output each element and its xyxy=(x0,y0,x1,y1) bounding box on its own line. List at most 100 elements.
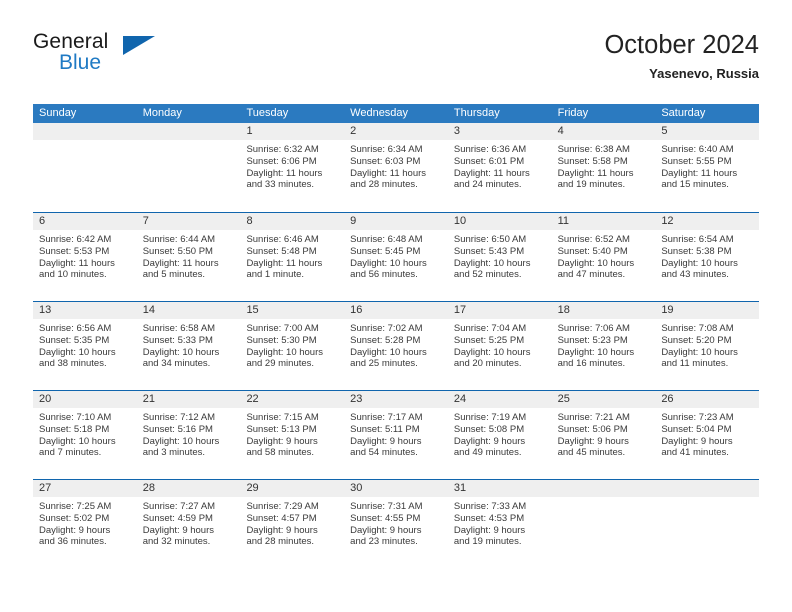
sunrise-time: Sunrise: 6:50 AM xyxy=(453,234,527,245)
sunset-time: Sunset: 5:38 PM xyxy=(661,245,732,257)
day-sun-info: Sunrise: 6:46 AM Sunset: 5:48 PM Daylight:… xyxy=(240,230,344,281)
general-blue-logo[interactable]: General Blue xyxy=(33,30,163,82)
day-sun-info: Sunrise: 7:25 AM Sunset: 5:02 PM Daylight:… xyxy=(33,497,137,548)
calendar-day-cell[interactable]: 4 Sunrise: 6:38 AM Sunset: 5:58 PM Daylight… xyxy=(551,123,656,212)
calendar-day-cell[interactable]: 19 Sunrise: 7:08 AM Sunset: 5:20 PM Dayligh… xyxy=(655,302,760,390)
day-number: 22 xyxy=(246,393,259,405)
calendar-day-cell[interactable]: 18 Sunrise: 7:06 AM Sunset: 5:23 PM Dayligh… xyxy=(551,302,656,390)
calendar-day-cell[interactable]: 31 Sunrise: 7:33 AM Sunset: 4:53 PM Dayligh… xyxy=(447,480,552,568)
calendar-day-cell[interactable]: 20 Sunrise: 7:10 AM Sunset: 5:18 PM Dayligh… xyxy=(33,391,137,479)
day-sun-info xyxy=(552,497,656,501)
calendar-day-cell[interactable]: 28 Sunrise: 7:27 AM Sunset: 4:59 PM Dayligh… xyxy=(136,480,241,568)
daylight-duration-line1: Daylight: 10 hours xyxy=(350,257,427,269)
calendar-day-cell[interactable]: 2 Sunrise: 6:34 AM Sunset: 6:03 PM Daylight… xyxy=(344,123,448,212)
calendar-day-cell[interactable]: 26 Sunrise: 7:23 AM Sunset: 5:04 PM Dayligh… xyxy=(655,391,760,479)
calendar-week-row: 1 Sunrise: 6:32 AM Sunset: 6:06 PM Daylight… xyxy=(33,123,760,212)
day-number: 29 xyxy=(246,482,259,494)
daylight-duration-line1: Daylight: 9 hours xyxy=(661,435,733,447)
daylight-duration-line2: and 36 minutes. xyxy=(39,536,107,548)
calendar-day-cell[interactable]: 15 Sunrise: 7:00 AM Sunset: 5:30 PM Dayligh… xyxy=(240,302,345,390)
calendar-day-cell[interactable]: 27 Sunrise: 7:25 AM Sunset: 5:02 PM Dayligh… xyxy=(33,480,137,568)
day-sun-info: Sunrise: 7:15 AM Sunset: 5:13 PM Daylight:… xyxy=(240,408,344,459)
calendar-day-cell[interactable]: 3 Sunrise: 6:36 AM Sunset: 6:01 PM Daylight… xyxy=(447,123,552,212)
calendar-day-cell[interactable]: 25 Sunrise: 7:21 AM Sunset: 5:06 PM Dayligh… xyxy=(551,391,656,479)
day-sun-info: Sunrise: 7:33 AM Sunset: 4:53 PM Daylight:… xyxy=(448,497,552,548)
calendar-day-cell[interactable]: 24 Sunrise: 7:19 AM Sunset: 5:08 PM Dayligh… xyxy=(447,391,552,479)
sunset-time: Sunset: 5:33 PM xyxy=(142,334,213,346)
calendar-day-cell[interactable]: 10 Sunrise: 6:50 AM Sunset: 5:43 PM Dayligh… xyxy=(447,213,552,301)
day-number-band: 30 xyxy=(344,480,448,497)
day-sun-info: Sunrise: 6:32 AM Sunset: 6:06 PM Daylight:… xyxy=(240,140,344,191)
daylight-duration-line1: Daylight: 11 hours xyxy=(453,167,530,179)
sunset-time: Sunset: 5:06 PM xyxy=(557,423,628,435)
daylight-duration-line2: and 45 minutes. xyxy=(557,447,626,459)
title-block: October 2024 Yasenevo, Russia xyxy=(604,30,759,83)
calendar-day-cell-empty xyxy=(551,480,656,568)
day-number: 8 xyxy=(246,215,253,227)
day-number-band: 3 xyxy=(447,123,552,140)
day-sun-info: Sunrise: 6:54 AM Sunset: 5:38 PM Daylight:… xyxy=(655,230,759,281)
sunset-time: Sunset: 5:58 PM xyxy=(557,155,628,167)
calendar-page: General Blue October 2024 Yasenevo, Russ… xyxy=(0,0,792,612)
calendar-day-cell[interactable]: 11 Sunrise: 6:52 AM Sunset: 5:40 PM Dayligh… xyxy=(551,213,656,301)
sunrise-time: Sunrise: 6:54 AM xyxy=(661,234,734,245)
daylight-duration-line1: Daylight: 9 hours xyxy=(557,435,629,447)
sunset-time: Sunset: 5:35 PM xyxy=(39,334,110,346)
day-number-band: 15 xyxy=(240,302,345,319)
day-sun-info: Sunrise: 7:02 AM Sunset: 5:28 PM Daylight:… xyxy=(344,319,448,370)
sunset-time: Sunset: 5:04 PM xyxy=(661,423,732,435)
page-header: General Blue October 2024 Yasenevo, Russ… xyxy=(33,30,759,92)
day-sun-info: Sunrise: 7:06 AM Sunset: 5:23 PM Daylight:… xyxy=(552,319,656,370)
day-number-band: 6 xyxy=(33,213,137,230)
calendar-grid: Sunday Monday Tuesday Wednesday Thursday Frid… xyxy=(33,104,760,568)
daylight-duration-line1: Daylight: 10 hours xyxy=(142,346,220,358)
calendar-day-cell[interactable]: 8 Sunrise: 6:46 AM Sunset: 5:48 PM Daylight… xyxy=(240,213,345,301)
calendar-day-cell[interactable]: 1 Sunrise: 6:32 AM Sunset: 6:06 PM Daylight… xyxy=(240,123,345,212)
daylight-duration-line1: Daylight: 10 hours xyxy=(557,346,635,358)
sunrise-time: Sunrise: 7:17 AM xyxy=(350,412,423,423)
day-sun-info: Sunrise: 6:36 AM Sunset: 6:01 PM Daylight:… xyxy=(448,140,552,191)
daylight-duration-line2: and 56 minutes. xyxy=(350,269,418,281)
day-number: 16 xyxy=(350,304,363,316)
weekday-header-row: Sunday Monday Tuesday Wednesday Thursday Frid… xyxy=(33,104,759,123)
sunrise-time: Sunrise: 6:52 AM xyxy=(557,234,630,245)
calendar-day-cell[interactable]: 7 Sunrise: 6:44 AM Sunset: 5:50 PM Daylight… xyxy=(136,213,241,301)
day-number-band: 25 xyxy=(551,391,656,408)
day-number: 25 xyxy=(557,393,570,405)
sunrise-time: Sunrise: 6:40 AM xyxy=(661,144,734,155)
weekday-header-saturday: Saturday xyxy=(661,107,706,119)
day-number: 15 xyxy=(246,304,259,316)
weekday-header-friday: Friday xyxy=(557,107,589,119)
day-number: 28 xyxy=(142,482,155,494)
calendar-day-cell[interactable]: 13 Sunrise: 6:56 AM Sunset: 5:35 PM Dayligh… xyxy=(33,302,137,390)
calendar-day-cell[interactable]: 9 Sunrise: 6:48 AM Sunset: 5:45 PM Daylight… xyxy=(344,213,448,301)
calendar-day-cell[interactable]: 30 Sunrise: 7:31 AM Sunset: 4:55 PM Dayligh… xyxy=(344,480,448,568)
calendar-day-cell[interactable]: 29 Sunrise: 7:29 AM Sunset: 4:57 PM Dayligh… xyxy=(240,480,345,568)
sunset-time: Sunset: 6:01 PM xyxy=(453,155,525,167)
daylight-duration-line1: Daylight: 10 hours xyxy=(453,346,531,358)
sunrise-time: Sunrise: 7:06 AM xyxy=(557,323,630,334)
day-number-band: 19 xyxy=(655,302,760,319)
calendar-day-cell[interactable]: 12 Sunrise: 6:54 AM Sunset: 5:38 PM Dayligh… xyxy=(655,213,760,301)
day-sun-info: Sunrise: 6:40 AM Sunset: 5:55 PM Daylight:… xyxy=(655,140,759,191)
sunrise-time: Sunrise: 7:23 AM xyxy=(661,412,734,423)
calendar-day-cell[interactable]: 6 Sunrise: 6:42 AM Sunset: 5:53 PM Daylight… xyxy=(33,213,137,301)
day-sun-info xyxy=(655,497,759,501)
calendar-day-cell[interactable]: 16 Sunrise: 7:02 AM Sunset: 5:28 PM Dayligh… xyxy=(344,302,448,390)
daylight-duration-line1: Daylight: 11 hours xyxy=(557,167,634,179)
sunrise-time: Sunrise: 7:27 AM xyxy=(142,501,216,512)
calendar-day-cell[interactable]: 5 Sunrise: 6:40 AM Sunset: 5:55 PM Daylight… xyxy=(655,123,760,212)
calendar-day-cell[interactable]: 22 Sunrise: 7:15 AM Sunset: 5:13 PM Dayligh… xyxy=(240,391,345,479)
weekday-header-monday: Monday xyxy=(142,107,182,119)
calendar-day-cell[interactable]: 21 Sunrise: 7:12 AM Sunset: 5:16 PM Dayligh… xyxy=(136,391,241,479)
day-number-band: 7 xyxy=(136,213,241,230)
calendar-day-cell[interactable]: 23 Sunrise: 7:17 AM Sunset: 5:11 PM Dayligh… xyxy=(344,391,448,479)
sunrise-time: Sunrise: 7:21 AM xyxy=(557,412,630,423)
sunset-time: Sunset: 4:53 PM xyxy=(453,512,525,524)
calendar-day-cell[interactable]: 17 Sunrise: 7:04 AM Sunset: 5:25 PM Dayligh… xyxy=(447,302,552,390)
day-number-band: 11 xyxy=(551,213,656,230)
calendar-day-cell[interactable]: 14 Sunrise: 6:58 AM Sunset: 5:33 PM Dayligh… xyxy=(136,302,241,390)
daylight-duration-line2: and 58 minutes. xyxy=(246,447,315,459)
sunrise-time: Sunrise: 6:48 AM xyxy=(350,234,423,245)
day-number: 11 xyxy=(557,215,570,227)
